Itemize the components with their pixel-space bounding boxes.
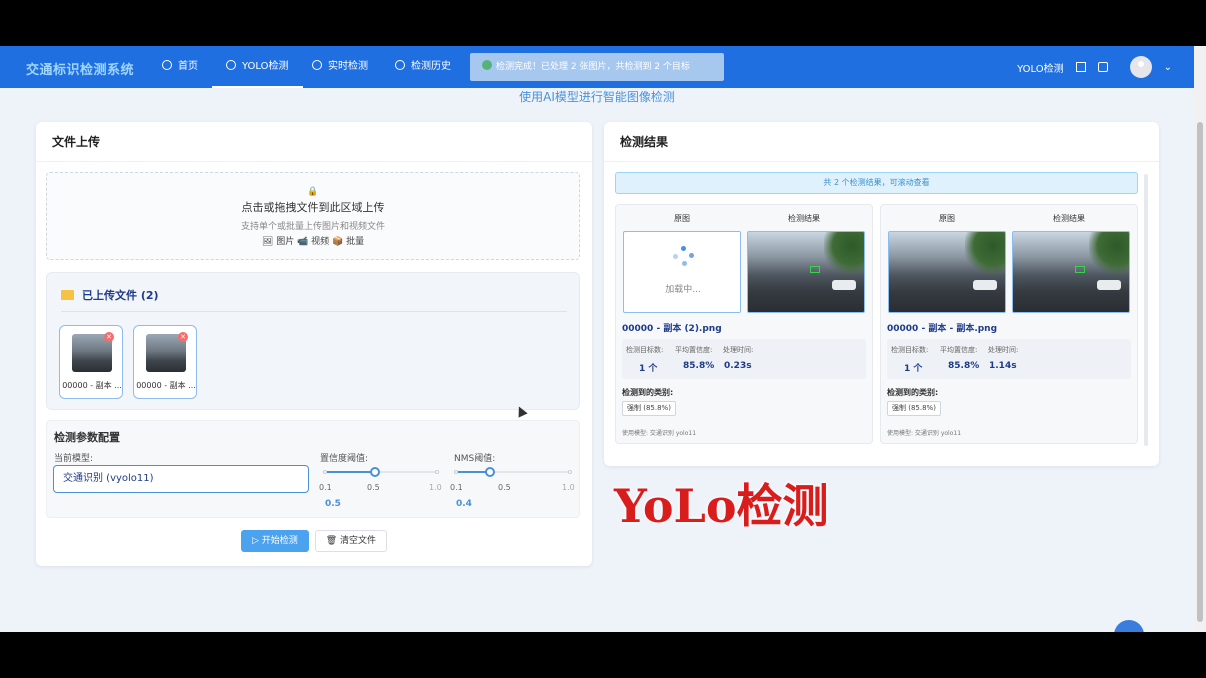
- original-label: 原图: [674, 214, 690, 223]
- upload-dropzone[interactable]: 🔒 点击或拖拽文件到此区域上传 支持单个或批量上传图片和视频文件 🖼 图片 📹 …: [46, 172, 580, 260]
- current-page-label: YOLO检测: [1017, 63, 1064, 75]
- target-count: 1 个: [639, 364, 658, 374]
- results-scrollbar[interactable]: [1144, 174, 1148, 446]
- result-stats: 检测目标数: 平均置信度: 处理时间: 1 个 85.8% 1.14s: [887, 339, 1131, 379]
- video-watermark-text: YoLo检测: [614, 479, 829, 533]
- results-card-title: 检测结果: [604, 122, 1159, 162]
- divider: [61, 311, 567, 312]
- result-filename: 00000 - 副本 (2).png: [622, 324, 722, 334]
- app-window: 交通标识检测系统 首页 YOLO检测 实时检测 检测历史 检测完成！已处理 2 …: [0, 46, 1206, 632]
- model-used: 使用模型: 交通识别 yolo11: [887, 430, 962, 437]
- params-title: 检测参数配置: [54, 431, 120, 444]
- trash-icon: 🗑: [325, 536, 341, 546]
- nav-item-realtime[interactable]: 实时检测: [312, 46, 368, 88]
- grid-icon[interactable]: [1075, 62, 1086, 72]
- original-label: 原图: [939, 214, 955, 223]
- page-scrollbar[interactable]: [1194, 46, 1206, 632]
- file-name: 00000 - 副本 ...: [136, 381, 196, 390]
- confidence-value: 0.5: [325, 499, 341, 509]
- uploaded-file-thumb[interactable]: ✕ 00000 - 副本 ...: [59, 325, 123, 399]
- result-item: 原图 检测结果 加载中... 00000 - 副本 (2).png 检测目标数:: [615, 204, 873, 444]
- brand-title[interactable]: 交通标识检测系统: [26, 59, 134, 78]
- model-used: 使用模型: 交通识别 yolo11: [622, 430, 697, 437]
- page-subtitle: 使用AI模型进行智能图像检测: [519, 90, 675, 104]
- camera-icon: [312, 60, 322, 70]
- upload-card-title: 文件上传: [36, 122, 592, 162]
- file-name: 00000 - 副本 ...: [62, 381, 122, 390]
- top-navbar: 交通标识检测系统 首页 YOLO检测 实时检测 检测历史 检测完成！已处理 2 …: [0, 46, 1194, 88]
- nms-label: NMS阈值:: [454, 454, 496, 464]
- process-time: 0.23s: [724, 361, 752, 371]
- detection-box: [1075, 266, 1085, 273]
- confidence-label: 置信度阈值:: [320, 454, 369, 464]
- remove-file-icon[interactable]: ✕: [104, 332, 114, 342]
- clear-files-button[interactable]: 🗑 清空文件: [314, 530, 388, 552]
- detect-icon: [226, 60, 236, 70]
- result-item: 原图 检测结果 00000 - 副本 - 副本.png 检测目标数: 平均置信度…: [880, 204, 1138, 444]
- loading-text: 加载中...: [665, 285, 701, 295]
- result-label: 检测结果: [788, 214, 820, 223]
- start-detect-button[interactable]: ▷ 开始检测: [240, 530, 309, 552]
- nms-value: 0.4: [456, 499, 472, 509]
- theme-icon[interactable]: [1097, 62, 1108, 72]
- play-icon: ▷: [251, 536, 262, 546]
- uploaded-file-thumb[interactable]: ✕ 00000 - 副本 ...: [133, 325, 197, 399]
- confidence-slider[interactable]: 0.1 0.5 1.0 0.5: [319, 467, 442, 509]
- page-scrollbar-thumb[interactable]: [1197, 122, 1203, 622]
- result-label: 检测结果: [1053, 214, 1085, 223]
- model-label: 当前模型:: [54, 454, 94, 464]
- class-tag: 强制 (85.8%): [887, 401, 941, 416]
- detection-box: [810, 266, 820, 273]
- avg-confidence: 85.8%: [683, 361, 715, 371]
- target-count: 1 个: [904, 364, 923, 374]
- uploaded-files-panel: 已上传文件 (2) ✕ 00000 - 副本 ... ✕ 00000 - 副本 …: [46, 272, 580, 410]
- folder-icon: [61, 290, 74, 300]
- nav-item-yolo-detect[interactable]: YOLO检测: [212, 46, 303, 88]
- history-icon: [395, 60, 405, 70]
- avg-confidence: 85.8%: [948, 361, 980, 371]
- nms-slider[interactable]: 0.1 0.5 1.0 0.4: [450, 467, 575, 509]
- uploaded-files-title: 已上传文件 (2): [61, 287, 159, 303]
- process-time: 1.14s: [989, 361, 1017, 371]
- class-tag: 强制 (85.8%): [622, 401, 676, 416]
- results-banner: 共 2 个检测结果，可滚动查看: [615, 172, 1138, 194]
- action-row: ▷ 开始检测 🗑 清空文件: [36, 530, 592, 552]
- success-toast: 检测完成！已处理 2 张图片，共检测到 2 个目标: [470, 53, 724, 81]
- upload-card: 文件上传 🔒 点击或拖拽文件到此区域上传 支持单个或批量上传图片和视频文件 🖼 …: [36, 122, 592, 566]
- nav-right: YOLO检测 ⌄: [1017, 46, 1172, 88]
- remove-file-icon[interactable]: ✕: [178, 332, 188, 342]
- success-icon: [482, 60, 492, 70]
- classes-label: 检测到的类别:: [887, 388, 939, 397]
- avatar[interactable]: [1129, 56, 1152, 78]
- detection-params: 检测参数配置 当前模型: 交通识别 (vyolo11) 置信度阈值: 0.1 0…: [46, 420, 580, 518]
- nav-item-history[interactable]: 检测历史: [395, 46, 451, 88]
- results-card: 检测结果 共 2 个检测结果，可滚动查看 原图 检测结果 加载中... 0000…: [604, 122, 1159, 466]
- nav-item-home[interactable]: 首页: [162, 46, 198, 88]
- result-stats: 检测目标数: 平均置信度: 处理时间: 1 个 85.8% 0.23s: [622, 339, 866, 379]
- floating-action-button[interactable]: [1114, 620, 1144, 632]
- original-image-loading: 加载中...: [623, 231, 741, 313]
- home-icon: [162, 60, 172, 70]
- original-image[interactable]: [888, 231, 1006, 313]
- classes-label: 检测到的类别:: [622, 388, 674, 397]
- upload-icon: 🔒: [307, 187, 319, 197]
- dropzone-main-text: 点击或拖拽文件到此区域上传: [241, 201, 385, 214]
- model-select[interactable]: 交通识别 (vyolo11): [53, 465, 309, 493]
- dropzone-sub-text: 支持单个或批量上传图片和视频文件: [240, 222, 385, 232]
- loading-spinner-icon: [671, 246, 695, 270]
- result-filename: 00000 - 副本 - 副本.png: [887, 324, 998, 334]
- chevron-down-icon[interactable]: ⌄: [1164, 62, 1172, 73]
- result-image[interactable]: [747, 231, 865, 313]
- dropzone-types: 🖼 图片 📹 视频 📦 批量: [261, 237, 365, 247]
- result-image[interactable]: [1012, 231, 1130, 313]
- nms-slider-handle[interactable]: [485, 467, 495, 477]
- confidence-slider-handle[interactable]: [370, 467, 380, 477]
